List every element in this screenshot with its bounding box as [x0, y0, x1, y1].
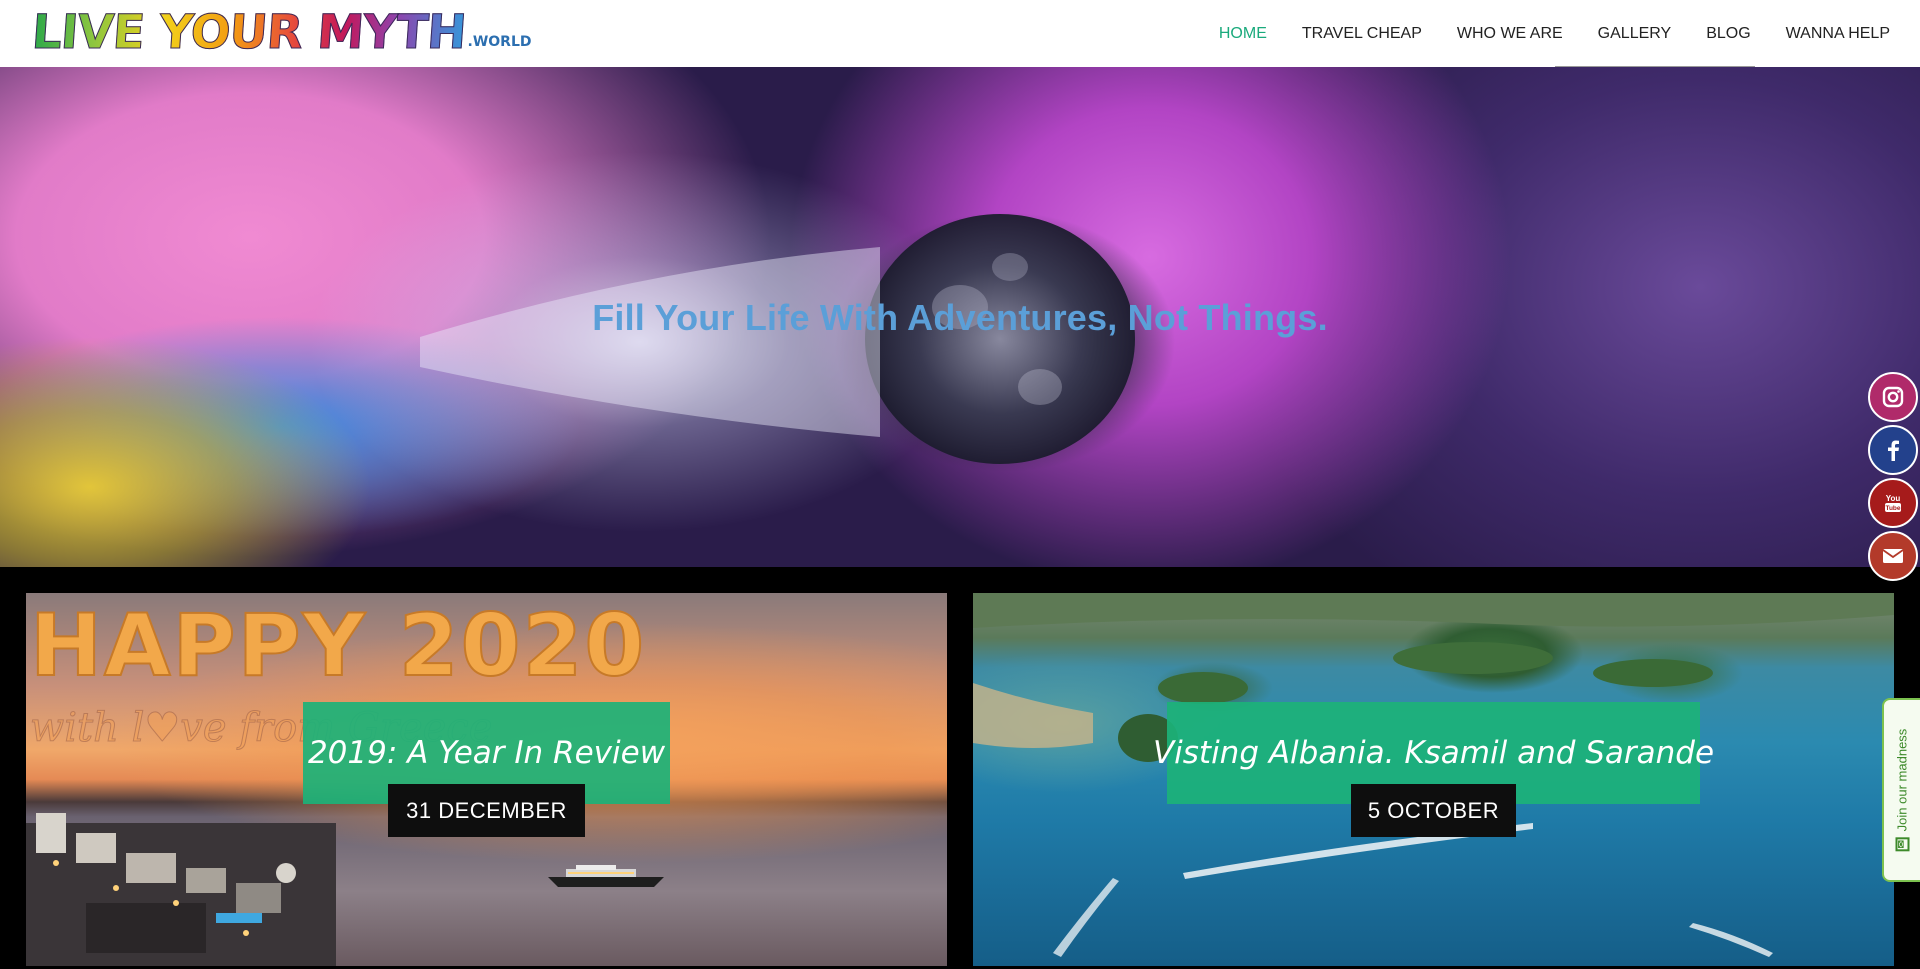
- logo-wordmark: LIVE YOUR MYTH: [30, 5, 468, 61]
- nav-who-we-are[interactable]: WHO WE ARE: [1457, 25, 1563, 43]
- hero-tagline: Fill Your Life With Adventures, Not Thin…: [592, 297, 1328, 338]
- nav-home[interactable]: HOME: [1219, 25, 1267, 43]
- mail-icon[interactable]: [1868, 531, 1918, 581]
- svg-text:You: You: [1886, 494, 1901, 503]
- svg-text:Tube: Tube: [1885, 505, 1900, 512]
- post-card-albania[interactable]: Visting Albania. Ksamil and Sarande 5 OC…: [973, 593, 1894, 966]
- join-label: Join our madness: [1894, 728, 1910, 832]
- youtube-icon[interactable]: You Tube: [1868, 478, 1918, 528]
- join-inner: ✉ Join our madness: [1895, 729, 1910, 852]
- post-card-year-review[interactable]: HAPPY 2020 with l♥ve from Greece 2019: A…: [26, 593, 947, 966]
- post-title[interactable]: Visting Albania. Ksamil and Sarande: [1153, 735, 1714, 771]
- logo-suffix: .WORLD: [467, 34, 532, 50]
- instagram-icon[interactable]: [1868, 372, 1918, 422]
- hero-banner: Fill Your Life With Adventures, Not Thin…: [0, 67, 1920, 567]
- nav-blog[interactable]: BLOG: [1706, 25, 1750, 43]
- happy-2020-graphic: HAPPY 2020: [29, 596, 647, 696]
- envelope-icon: ✉: [1895, 837, 1909, 852]
- facebook-icon[interactable]: [1868, 425, 1918, 475]
- main-nav: HOME TRAVEL CHEAP WHO WE ARE GALLERY BLO…: [1184, 0, 1890, 67]
- cruise-ship-image: [548, 865, 664, 887]
- nav-gallery[interactable]: GALLERY: [1598, 25, 1672, 43]
- nav-travel-cheap[interactable]: TRAVEL CHEAP: [1302, 25, 1422, 43]
- nav-hover-underline: [1555, 66, 1755, 67]
- santorini-town-image: [26, 813, 336, 966]
- post-title[interactable]: 2019: A Year In Review: [308, 735, 665, 771]
- post-date: 5 OCTOBER: [1351, 784, 1516, 837]
- site-header: LIVE YOUR MYTH .WORLD HOME TRAVEL CHEAP …: [0, 0, 1920, 67]
- site-logo[interactable]: LIVE YOUR MYTH .WORLD: [30, 4, 532, 62]
- post-date: 31 DECEMBER: [388, 784, 585, 837]
- nav-wanna-help[interactable]: WANNA HELP: [1786, 25, 1890, 43]
- join-newsletter-tab[interactable]: ✉ Join our madness: [1882, 698, 1920, 882]
